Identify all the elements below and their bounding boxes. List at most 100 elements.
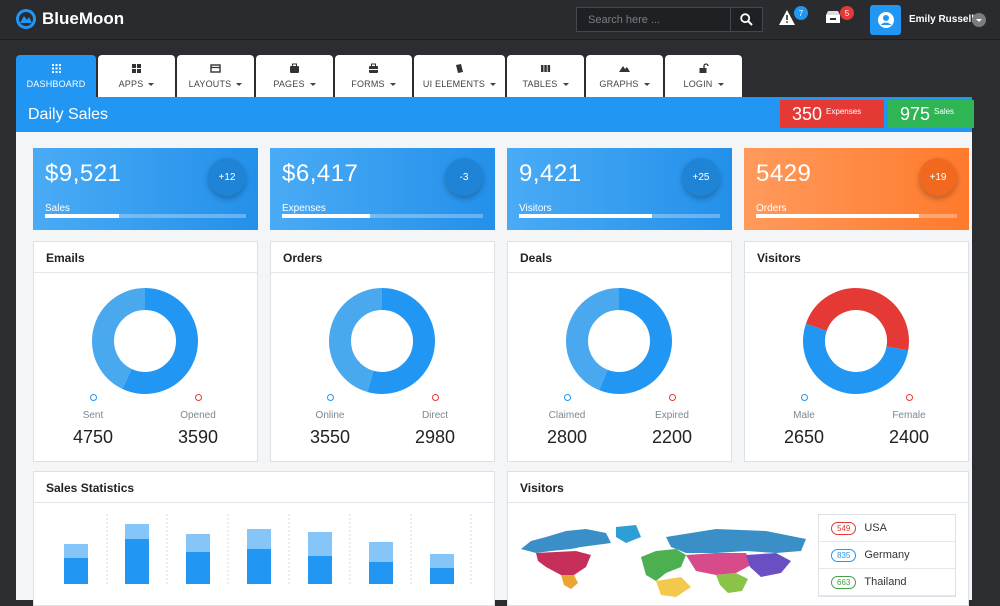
legend-label: Female bbox=[892, 410, 926, 421]
legend-value: 2400 bbox=[888, 427, 930, 447]
country-row[interactable]: 663 Thailand bbox=[819, 569, 955, 596]
tab-graphs[interactable]: GRAPHS bbox=[586, 55, 663, 97]
legend-dot bbox=[327, 394, 334, 401]
unlock-icon bbox=[699, 63, 709, 73]
tab-dashboard[interactable]: DASHBOARD bbox=[16, 55, 96, 97]
tab-tables[interactable]: TABLES bbox=[507, 55, 584, 97]
stat-progress-fill bbox=[519, 214, 652, 218]
user-menu-chevron-down-icon[interactable] bbox=[972, 13, 986, 27]
sales-statistics-bar-chart[interactable] bbox=[46, 514, 501, 584]
visitors-donut-chart[interactable] bbox=[801, 286, 911, 396]
map-region-central-asia[interactable] bbox=[686, 553, 751, 575]
inbox-count-badge: 5 bbox=[840, 6, 854, 20]
dashboard-content: Daily Sales 350 Expenses 975 Sales $9,52… bbox=[16, 97, 974, 606]
sales-statistics-card: Sales Statistics bbox=[33, 471, 495, 606]
chart-bar bbox=[430, 568, 454, 584]
chevron-down-icon bbox=[236, 82, 243, 86]
stat-progress-bar bbox=[282, 214, 483, 218]
page-header: Daily Sales 350 Expenses 975 Sales bbox=[16, 97, 974, 132]
tab-label: DASHBOARD bbox=[26, 79, 86, 89]
tab-label: GRAPHS bbox=[599, 79, 639, 89]
search-button[interactable] bbox=[730, 8, 762, 31]
main-menu-tabs: DASHBOARD APPS LAYOUTS PAGES FORMS UI EL… bbox=[16, 55, 742, 97]
sales-total: 975 bbox=[900, 104, 931, 124]
stat-card-sales[interactable]: $9,521 Sales +12 bbox=[33, 148, 258, 230]
chart-bar bbox=[64, 558, 88, 584]
legend-label: Male bbox=[793, 410, 815, 421]
tab-apps[interactable]: APPS bbox=[98, 55, 175, 97]
alerts-count-badge: 7 bbox=[794, 6, 808, 20]
sales-summary-badge[interactable]: 975 Sales bbox=[888, 100, 974, 128]
user-name[interactable]: Emily Russell bbox=[909, 14, 974, 25]
map-region-china[interactable] bbox=[746, 553, 791, 577]
search-input[interactable] bbox=[577, 8, 730, 31]
tab-layouts[interactable]: LAYOUTS bbox=[177, 55, 254, 97]
layers-icon bbox=[456, 64, 463, 73]
map-region-europe[interactable] bbox=[641, 549, 686, 581]
tab-label: LAYOUTS bbox=[188, 79, 232, 89]
legend-dot bbox=[432, 394, 439, 401]
tab-login[interactable]: LOGIN bbox=[665, 55, 742, 97]
map-region-greenland[interactable] bbox=[616, 525, 641, 543]
world-map[interactable] bbox=[516, 517, 811, 597]
legend-label: Expired bbox=[655, 410, 689, 421]
country-count-badge: 663 bbox=[831, 575, 857, 589]
chevron-down-icon bbox=[309, 82, 316, 86]
map-region-russia[interactable] bbox=[666, 529, 806, 553]
country-name: Germany bbox=[864, 549, 910, 561]
country-count-badge: 549 bbox=[831, 521, 857, 535]
stat-label: Visitors bbox=[519, 203, 552, 214]
orders-donut-chart[interactable] bbox=[327, 286, 437, 396]
tab-pages[interactable]: PAGES bbox=[256, 55, 333, 97]
user-icon bbox=[877, 12, 894, 28]
map-region-mexico[interactable] bbox=[561, 575, 578, 589]
tab-label: TABLES bbox=[522, 79, 558, 89]
map-region-africa[interactable] bbox=[656, 577, 691, 597]
country-list: 549 USA 835 Germany 663 Thailand bbox=[818, 514, 956, 597]
page-title: Daily Sales bbox=[28, 105, 109, 123]
search-box bbox=[576, 7, 763, 32]
tab-label: PAGES bbox=[273, 79, 305, 89]
country-row[interactable]: 835 Germany bbox=[819, 542, 955, 569]
inbox-button[interactable]: 5 bbox=[824, 6, 854, 29]
chart-bar bbox=[369, 562, 393, 584]
tab-ui-elements[interactable]: UI ELEMENTS bbox=[414, 55, 505, 97]
app-logo[interactable]: BlueMoon bbox=[14, 7, 124, 31]
card-title: Visitors bbox=[508, 472, 968, 503]
stat-card-expenses[interactable]: $6,417 Expenses -3 bbox=[270, 148, 495, 230]
country-name: Thailand bbox=[864, 576, 907, 588]
donut-card-emails: Emails Sent Opened 4750 3590 bbox=[33, 241, 258, 462]
deals-donut-chart[interactable] bbox=[564, 286, 674, 396]
chart-bar bbox=[125, 539, 149, 584]
chevron-down-icon bbox=[490, 82, 497, 86]
bar-group bbox=[64, 524, 454, 584]
columns-icon bbox=[541, 65, 551, 72]
search-icon bbox=[740, 13, 753, 26]
stat-progress-fill bbox=[45, 214, 120, 218]
legend-dot bbox=[669, 394, 676, 401]
legend-dot bbox=[906, 394, 913, 401]
card-title: Deals bbox=[508, 242, 731, 273]
stat-card-orders[interactable]: 5429 Orders +19 bbox=[744, 148, 969, 230]
legend-dot bbox=[90, 394, 97, 401]
map-region-canada[interactable] bbox=[521, 529, 611, 553]
top-navbar: BlueMoon 7 5 Emily Russell bbox=[0, 0, 1000, 40]
legend-value: 4750 bbox=[72, 427, 114, 447]
user-avatar[interactable] bbox=[870, 5, 901, 35]
tab-label: FORMS bbox=[351, 79, 385, 89]
stat-progress-fill bbox=[282, 214, 371, 218]
legend-label: Direct bbox=[421, 410, 449, 421]
legend-dot bbox=[195, 394, 202, 401]
expenses-total: 350 bbox=[792, 104, 823, 124]
legend-value: 3550 bbox=[309, 427, 351, 447]
country-row[interactable]: 549 USA bbox=[819, 515, 955, 542]
stat-label: Sales bbox=[45, 203, 71, 214]
expenses-summary-badge[interactable]: 350 Expenses bbox=[780, 100, 884, 128]
stat-card-visitors[interactable]: 9,421 Visitors +25 bbox=[507, 148, 732, 230]
map-region-south-asia[interactable] bbox=[716, 573, 748, 593]
legend-value: 3590 bbox=[177, 427, 219, 447]
alerts-button[interactable]: 7 bbox=[778, 6, 808, 29]
tab-forms[interactable]: FORMS bbox=[335, 55, 412, 97]
map-region-usa[interactable] bbox=[536, 551, 591, 575]
emails-donut-chart[interactable] bbox=[90, 286, 200, 396]
